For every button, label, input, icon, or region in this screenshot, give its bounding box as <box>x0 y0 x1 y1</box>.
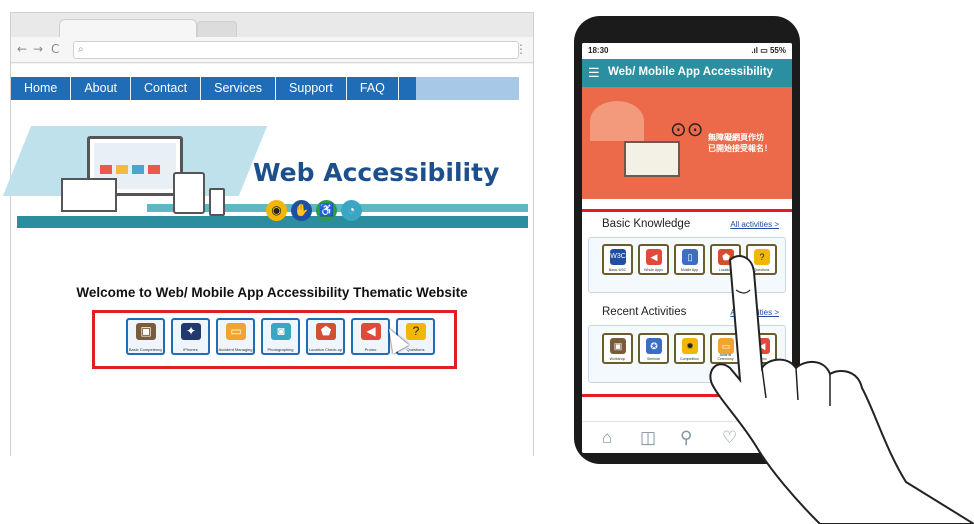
screen-block <box>132 165 144 174</box>
banner-text: 無障礙網頁作坊 已開始接受報名！ <box>708 133 772 153</box>
pointing-hand-illustration <box>709 255 974 524</box>
camera-icon: ◙ <box>271 323 291 340</box>
search-icon[interactable]: ⚲ <box>680 428 692 448</box>
browser-menu-icon[interactable]: ⋮ <box>515 42 527 56</box>
app-bar: ☰ Web/ Mobile App Accessibility <box>582 59 792 87</box>
address-bar-row: ← → C ⌕ ⋮ <box>11 37 533 63</box>
back-arrow-icon[interactable]: ← <box>17 42 27 56</box>
wheelchair-icon: ♿ <box>316 200 337 221</box>
tab-strip <box>11 13 533 37</box>
page-viewport: Home About Contact Services Support FAQ <box>2 64 533 456</box>
tile-label: Photographing <box>267 347 294 352</box>
computer-icon: ▣ <box>136 323 156 340</box>
nav-support[interactable]: Support <box>276 77 347 100</box>
mobile-icon: ▯ <box>682 249 698 265</box>
tablet-illustration <box>173 172 205 214</box>
award-icon: ✪ <box>646 338 662 354</box>
nav-filler <box>416 77 519 100</box>
screen-block <box>116 165 128 174</box>
eye-icon: ◉ <box>266 200 287 221</box>
tile-basic-competency[interactable]: ▣ Basic Competency <box>126 318 165 355</box>
tile-workshop[interactable]: ▣ Workshop <box>602 333 633 364</box>
nav-services[interactable]: Services <box>201 77 277 100</box>
tile-label: Basic W3C <box>608 268 627 272</box>
tile-label: Mobile App <box>680 268 699 272</box>
recent-activities-heading: Recent Activities <box>602 306 687 318</box>
browser-tab-new[interactable] <box>197 21 237 37</box>
basic-knowledge-heading: Basic Knowledge <box>602 218 691 230</box>
database-icon[interactable]: ◫ <box>640 428 656 448</box>
basic-all-activities-link[interactable]: All activities > <box>730 220 779 229</box>
reload-icon[interactable]: C <box>51 42 59 56</box>
question-icon: ? <box>406 323 426 340</box>
tile-iphones[interactable]: ✦ iPhones <box>171 318 210 355</box>
computer-icon: ▣ <box>610 338 626 354</box>
nav-about[interactable]: About <box>71 77 132 100</box>
home-icon[interactable]: ⌂ <box>602 428 612 448</box>
w3c-icon: W3C <box>610 249 626 265</box>
screen-block <box>100 165 112 174</box>
welcome-heading: Welcome to Web/ Mobile App Accessibility… <box>76 285 468 300</box>
browser-tab-active[interactable] <box>59 19 197 37</box>
main-nav: Home About Contact Services Support FAQ <box>11 77 416 100</box>
glasses-icon: ⊙⊙ <box>670 119 704 141</box>
tile-label: Promo <box>364 347 377 352</box>
tile-location-checkup[interactable]: ⬟ Location Check-up <box>306 318 345 355</box>
status-time: 18:30 <box>588 46 609 55</box>
lightbulb-icon: ✹ <box>682 338 698 354</box>
tile-photographing[interactable]: ◙ Photographing <box>261 318 300 355</box>
accessibility-icons: ◉ ✋ ♿ ◔ <box>266 200 362 221</box>
tile-accident-managing[interactable]: ▭ Accident Managing <box>216 318 255 355</box>
phone-illustration <box>209 188 225 216</box>
forward-arrow-icon[interactable]: → <box>33 42 43 56</box>
dining-icon: ✦ <box>181 323 201 340</box>
speech-bubble-icon: ▭ <box>226 323 246 340</box>
tile-whole-apps[interactable]: ◀ Whole Apps <box>638 244 669 275</box>
hearing-icon: ◔ <box>341 200 362 221</box>
tile-label: Seminar <box>646 357 661 361</box>
fan-illustration <box>590 101 644 141</box>
site-brand-title: Web Accessibility <box>253 158 500 187</box>
hero-banner: Web Accessibility ◉ ✋ ♿ ◔ <box>2 108 528 240</box>
tile-label: Basic Competency <box>128 347 163 352</box>
laptop-illustration <box>61 178 117 212</box>
tile-label: Accident Managing <box>218 347 253 352</box>
status-bar: 18:30 .ıl ▭ 55% <box>582 43 792 59</box>
megaphone-icon: ◀ <box>361 323 381 340</box>
desktop-browser-window: ← → C ⌕ ⋮ Home About Contact Services Su… <box>2 12 534 456</box>
tile-label: Whole Apps <box>644 268 663 272</box>
app-title: Web/ Mobile App Accessibility <box>608 66 774 78</box>
address-input[interactable]: ⌕ <box>73 41 519 59</box>
nav-home[interactable]: Home <box>11 77 72 100</box>
nav-contact[interactable]: Contact <box>131 77 202 100</box>
tile-basic-w3c[interactable]: W3C Basic W3C <box>602 244 633 275</box>
tile-label: iPhones <box>183 347 198 352</box>
shield-icon: ⬟ <box>316 323 336 340</box>
megaphone-icon: ◀ <box>646 249 662 265</box>
tile-label: Competition <box>680 357 699 361</box>
search-icon: ⌕ <box>78 44 84 55</box>
screen-block <box>148 165 160 174</box>
tile-seminar[interactable]: ✪ Seminar <box>638 333 669 364</box>
promo-banner[interactable]: ⊙⊙ 無障礙網頁作坊 已開始接受報名！ <box>582 87 792 199</box>
tile-label: Location Check-up <box>308 347 343 352</box>
braille-book-illustration <box>624 141 680 177</box>
sign-language-icon: ✋ <box>291 200 312 221</box>
status-battery: .ıl ▭ 55% <box>751 46 786 55</box>
nav-faq[interactable]: FAQ <box>347 77 399 100</box>
tile-label: Workshop <box>609 357 626 361</box>
hamburger-menu-icon[interactable]: ☰ <box>588 65 600 81</box>
